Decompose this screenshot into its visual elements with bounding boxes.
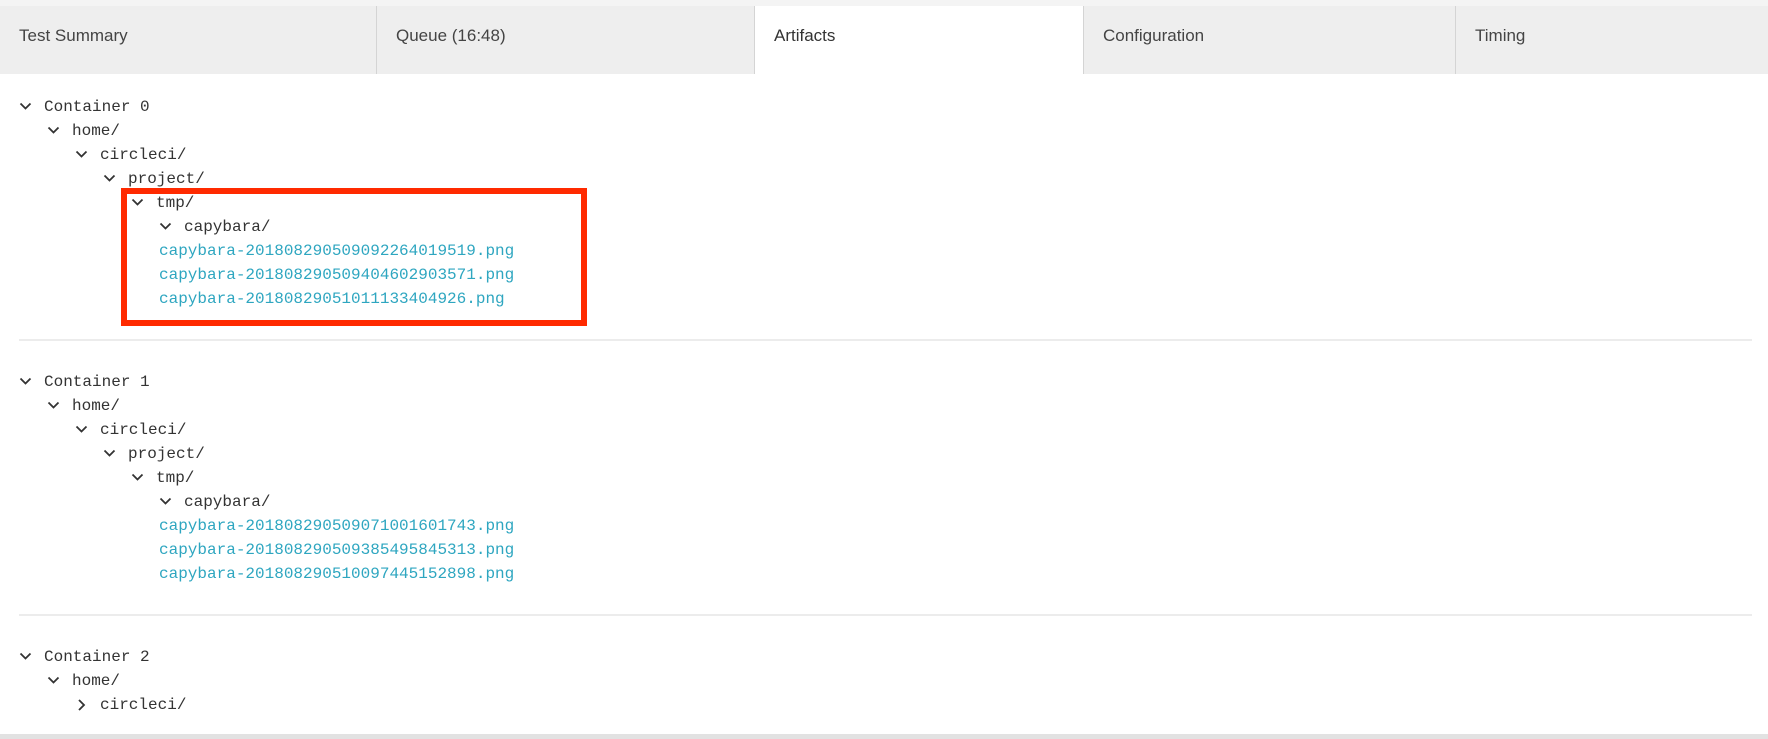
node-label: tmp/ (156, 194, 195, 212)
container-section-0: Container 0 home/circleci/project/tmp/cap… (19, 74, 1752, 341)
file-name: capybara-201808290509404602903571.png (159, 266, 515, 284)
chevron-down-icon[interactable] (47, 119, 61, 143)
node-label: home/ (72, 122, 121, 140)
artifact-file-link[interactable]: capybara-20180829051011133404926.png (19, 287, 1752, 311)
chevron-down-icon[interactable] (159, 215, 173, 239)
file-name: capybara-201808290509092264019519.png (159, 242, 515, 260)
node-label: capybara/ (184, 218, 271, 236)
node-label: project/ (128, 170, 205, 188)
tab-artifacts[interactable]: Artifacts (754, 6, 1083, 74)
chevron-down-icon[interactable] (47, 394, 61, 418)
tab-queue[interactable]: Queue (16:48) (376, 6, 754, 74)
chevron-down-icon[interactable] (103, 167, 117, 191)
folder-node[interactable]: tmp/ (19, 466, 1752, 490)
chevron-down-icon[interactable] (75, 418, 89, 442)
folder-node[interactable]: circleci/ (19, 418, 1752, 442)
artifact-file-link[interactable]: capybara-201808290510097445152898.png (19, 562, 1752, 586)
folder-node[interactable]: home/ (19, 669, 1752, 693)
container-node[interactable]: Container 2 (19, 645, 1752, 669)
file-name: capybara-201808290509385495845313.png (159, 541, 515, 559)
tab-test-summary[interactable]: Test Summary (0, 6, 376, 74)
node-label: circleci/ (100, 696, 187, 714)
node-label: tmp/ (156, 469, 195, 487)
container-section-2: Container 2 home/circleci/ (19, 616, 1752, 737)
chevron-down-icon[interactable] (19, 645, 33, 669)
chevron-down-icon[interactable] (103, 442, 117, 466)
folder-node[interactable]: circleci/ (19, 693, 1752, 717)
node-label: circleci/ (100, 421, 187, 439)
tab-timing[interactable]: Timing (1455, 6, 1768, 74)
node-label: capybara/ (184, 493, 271, 511)
tab-configuration[interactable]: Configuration (1083, 6, 1455, 74)
artifact-file-link[interactable]: capybara-201808290509385495845313.png (19, 538, 1752, 562)
node-label: home/ (72, 672, 121, 690)
container-node[interactable]: Container 1 (19, 370, 1752, 394)
folder-node[interactable]: home/ (19, 394, 1752, 418)
container-node[interactable]: Container 0 (19, 95, 1752, 119)
folder-node[interactable]: capybara/ (19, 490, 1752, 514)
chevron-down-icon[interactable] (159, 490, 173, 514)
bottom-border (0, 734, 1768, 739)
container-section-1: Container 1 home/circleci/project/tmp/cap… (19, 341, 1752, 616)
folder-node[interactable]: project/ (19, 167, 1752, 191)
folder-node[interactable]: home/ (19, 119, 1752, 143)
file-name: capybara-201808290510097445152898.png (159, 565, 515, 583)
folder-node[interactable]: circleci/ (19, 143, 1752, 167)
node-label: circleci/ (100, 146, 187, 164)
artifacts-tree: Container 0 home/circleci/project/tmp/cap… (0, 74, 1768, 737)
tab-bar: Test Summary Queue (16:48) Artifacts Con… (0, 6, 1768, 74)
artifact-file-link[interactable]: capybara-201808290509071001601743.png (19, 514, 1752, 538)
file-name: capybara-201808290509071001601743.png (159, 517, 515, 535)
chevron-down-icon[interactable] (19, 370, 33, 394)
file-name: capybara-20180829051011133404926.png (159, 290, 505, 308)
node-label: home/ (72, 397, 121, 415)
artifact-file-link[interactable]: capybara-201808290509404602903571.png (19, 263, 1752, 287)
node-label: project/ (128, 445, 205, 463)
node-label: Container 0 (44, 98, 150, 116)
chevron-down-icon[interactable] (131, 191, 145, 215)
chevron-down-icon[interactable] (47, 669, 61, 693)
chevron-down-icon[interactable] (19, 95, 33, 119)
chevron-down-icon[interactable] (75, 143, 89, 167)
folder-node[interactable]: project/ (19, 442, 1752, 466)
node-label: Container 2 (44, 648, 150, 666)
chevron-down-icon[interactable] (131, 466, 145, 490)
folder-node[interactable]: capybara/ (19, 215, 1752, 239)
node-label: Container 1 (44, 373, 150, 391)
folder-node[interactable]: tmp/ (19, 191, 1752, 215)
artifact-file-link[interactable]: capybara-201808290509092264019519.png (19, 239, 1752, 263)
chevron-right-icon[interactable] (75, 693, 89, 717)
